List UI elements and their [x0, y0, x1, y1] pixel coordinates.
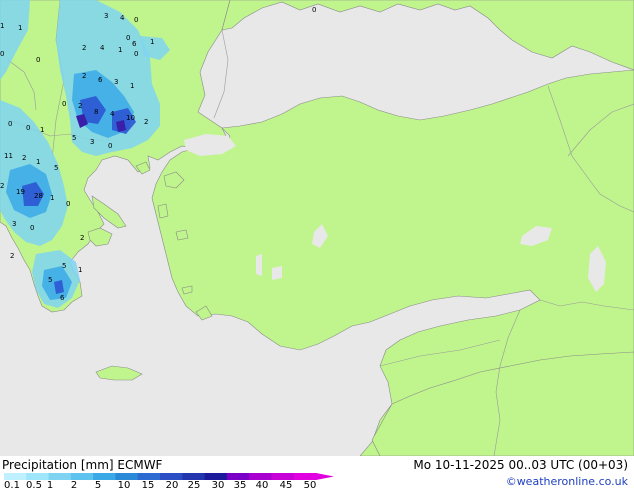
station-value: 1: [50, 194, 54, 202]
station-value: 0: [36, 56, 40, 64]
legend-footer: Precipitation [mm] ECMWF Mo 10-11-2025 0…: [0, 456, 634, 492]
scale-label: 5: [94, 480, 102, 491]
precipitation-map: 3 4 01 12 4 1 02 6 3 100 28 4 10 20 0 15 3 011 2 15219 28 103…: [0, 0, 634, 456]
station-value: 0: [126, 34, 130, 42]
station-value: 2: [82, 72, 86, 80]
station-value: 8: [94, 108, 98, 116]
station-value: 5: [62, 262, 66, 270]
scale-swatch: [4, 473, 27, 480]
scale-swatch: [115, 473, 139, 480]
scale-label: 0.5: [26, 480, 42, 491]
station-value: 2: [144, 118, 148, 126]
scale-swatch: [249, 473, 272, 480]
scale-swatch: [26, 473, 50, 480]
scale-label: 35: [233, 480, 247, 491]
station-value: 10: [126, 114, 135, 122]
scale-swatch: [137, 473, 161, 480]
lake-beysehir: [272, 266, 282, 280]
forecast-datetime: Mo 10-11-2025 00..03 UTC (00+03): [413, 458, 628, 472]
station-value: 0: [62, 100, 66, 108]
station-value: 2: [22, 154, 26, 162]
scale-swatch: [182, 473, 206, 480]
scale-swatch: [48, 473, 72, 480]
map-title: Precipitation [mm] ECMWF: [2, 458, 163, 472]
station-value: 5: [72, 134, 76, 142]
scale-swatch: [93, 473, 116, 480]
island-chios: [157, 203, 169, 219]
station-value: 0: [8, 120, 12, 128]
scale-arrow: [316, 473, 334, 480]
scale-label: 2: [70, 480, 78, 491]
credit-link[interactable]: ©weatheronline.co.uk: [506, 475, 628, 488]
station-value: 2: [10, 252, 14, 260]
station-value: 1: [118, 46, 122, 54]
station-value: 5: [48, 276, 52, 284]
station-value: 1: [36, 158, 40, 166]
scale-label: 15: [141, 480, 155, 491]
station-value: 0: [134, 16, 138, 24]
station-value: 1: [130, 82, 134, 90]
scale-label: 50: [303, 480, 317, 491]
scale-swatch: [271, 473, 295, 480]
lake-egirdir: [256, 254, 262, 276]
station-value: 0: [30, 224, 34, 232]
scale-label: 25: [187, 480, 201, 491]
station-value: 0: [312, 6, 316, 14]
station-value: 4: [110, 110, 115, 118]
station-value: 0: [66, 200, 70, 208]
station-value: 6: [132, 40, 137, 48]
station-value: 28: [34, 192, 43, 200]
station-value: 1: [18, 24, 22, 32]
station-value: 0: [0, 50, 4, 58]
scale-labels: 0.1 0.5 1 2 5 10 15 20 25 30 35 40 45 50: [0, 480, 340, 492]
scale-swatch: [226, 473, 250, 480]
station-value: 3: [114, 78, 118, 86]
station-value: 4: [100, 44, 105, 52]
station-value: 3: [12, 220, 16, 228]
island-samos: [175, 229, 189, 241]
color-scale: [4, 473, 334, 480]
scale-label: 10: [117, 480, 131, 491]
scale-swatch: [70, 473, 94, 480]
station-value: 3: [104, 12, 108, 20]
station-value: 1: [40, 126, 44, 134]
station-value: 1: [0, 22, 4, 30]
station-value: 6: [98, 76, 103, 84]
scale-label: 45: [279, 480, 293, 491]
scale-label: 0.1: [4, 480, 20, 491]
scale-swatch: [293, 473, 317, 480]
station-value: 0: [26, 124, 30, 132]
station-value: 6: [60, 294, 65, 302]
scale-label: 40: [255, 480, 269, 491]
station-value: 1: [150, 38, 154, 46]
station-value: 2: [82, 44, 86, 52]
station-value: 2: [0, 182, 4, 190]
station-value: 11: [4, 152, 13, 160]
scale-label: 20: [165, 480, 179, 491]
scale-swatch: [204, 473, 228, 480]
scale-label: 30: [211, 480, 225, 491]
scale-swatch: [160, 473, 183, 480]
station-value: 19: [16, 188, 25, 196]
station-value: 1: [78, 266, 82, 274]
station-value: 0: [134, 50, 138, 58]
station-value: 2: [80, 234, 84, 242]
station-value: 3: [90, 138, 94, 146]
station-value: 0: [108, 142, 112, 150]
station-value: 2: [78, 102, 82, 110]
station-value: 4: [120, 14, 125, 22]
station-value: 5: [54, 164, 58, 172]
scale-label: 1: [46, 480, 54, 491]
